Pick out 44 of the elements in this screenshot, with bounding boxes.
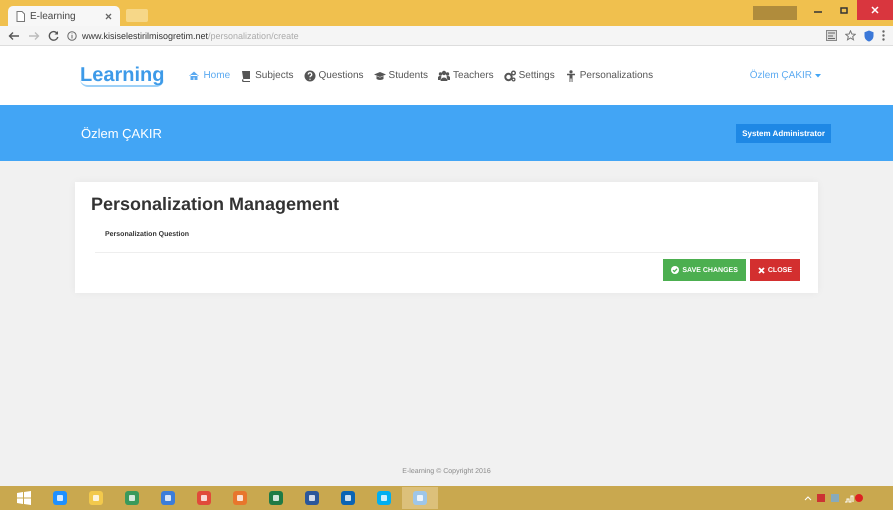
role-badge: System Administrator (736, 124, 831, 142)
caret-icon (815, 74, 821, 78)
nav-link[interactable]: Personalizations (564, 70, 654, 82)
close-icon (758, 266, 765, 274)
forward-icon (28, 30, 40, 40)
close-button[interactable] (857, 0, 893, 20)
menu-icon (882, 30, 885, 41)
app-icon (376, 490, 392, 506)
graduation-cap-icon (374, 70, 386, 82)
nav-link[interactable]: Teachers (438, 70, 494, 82)
browser-tab[interactable]: E-learning (8, 6, 120, 26)
user-name: Özlem ÇAKIR (81, 126, 163, 140)
person-icon (564, 70, 577, 82)
nav-link[interactable]: Settings (504, 70, 555, 82)
windows-icon (17, 491, 31, 505)
home-icon (188, 70, 200, 82)
app-icon (196, 490, 212, 506)
question-icon (304, 70, 316, 82)
app-icon (88, 490, 104, 506)
tray-icons-drawing (803, 492, 863, 504)
app-icon (412, 490, 428, 506)
translate-icon (826, 30, 837, 41)
app-icon (268, 490, 284, 506)
app-icon (340, 490, 356, 506)
close-icon (105, 12, 112, 20)
users-icon (438, 70, 450, 82)
restore-icon (840, 6, 848, 14)
back-icon (8, 30, 20, 40)
nav-link[interactable]: Subjects (240, 70, 294, 82)
page-icon (16, 10, 25, 22)
app-icon (232, 490, 248, 506)
close-icon (871, 6, 879, 14)
nav-link[interactable]: Questions (304, 70, 364, 82)
nav-link[interactable]: Students (374, 70, 428, 82)
app-icon (304, 490, 320, 506)
check-circle-icon (671, 266, 680, 274)
reload-icon (48, 30, 59, 41)
shield-icon (864, 30, 874, 42)
info-icon (67, 30, 77, 40)
app-icon (52, 490, 68, 506)
page-title: Personalization Management (91, 194, 340, 215)
star-icon (845, 30, 856, 41)
app-icon (124, 490, 140, 506)
app-icon (160, 490, 176, 506)
